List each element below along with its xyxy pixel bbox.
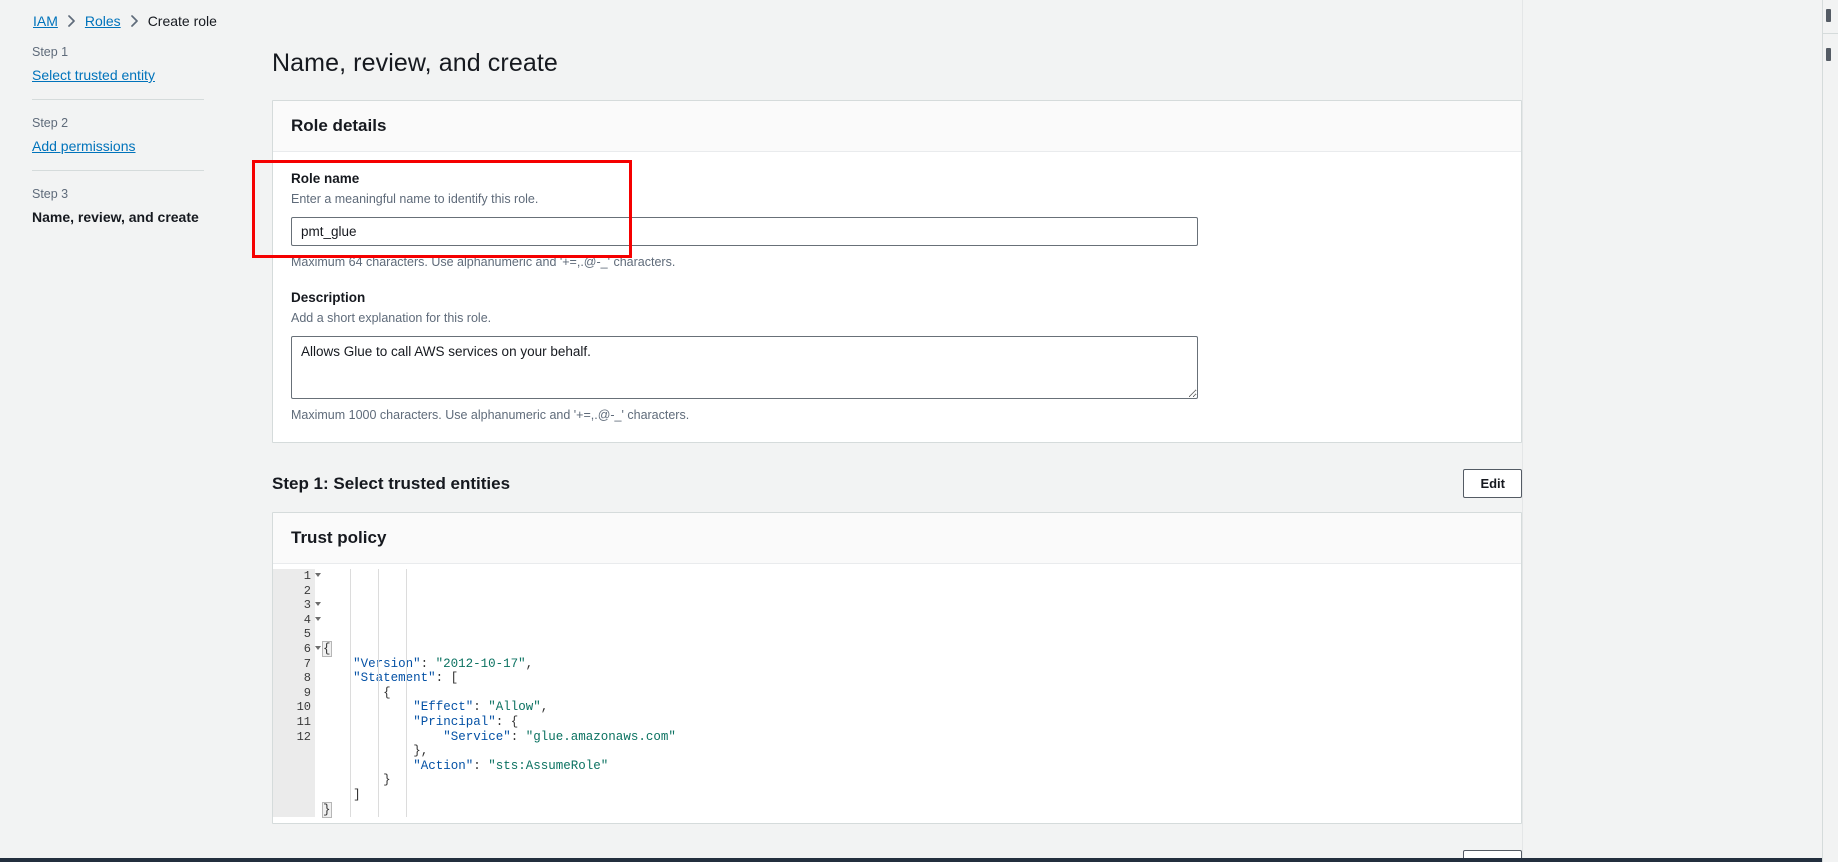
code-line-number: 6 bbox=[273, 642, 321, 657]
code-line-numbers: 1 2 3 4 5 6 7 8 9 10 11 12 bbox=[273, 569, 321, 818]
panel-icon-1[interactable] bbox=[1826, 9, 1831, 22]
role-name-hint: Maximum 64 characters. Use alphanumeric … bbox=[291, 255, 676, 269]
step-divider-2 bbox=[32, 170, 204, 171]
breadcrumb-item-roles[interactable]: Roles bbox=[85, 12, 121, 30]
code-line-number: 11 bbox=[296, 714, 311, 729]
code-line-number: 9 bbox=[303, 685, 311, 700]
description-textarea[interactable]: Allows Glue to call AWS services on your… bbox=[291, 336, 1198, 399]
step-3-number: Step 3 bbox=[32, 187, 69, 201]
code-line: } bbox=[383, 773, 391, 788]
code-line-number: 5 bbox=[303, 627, 311, 642]
trust-policy-heading: Trust policy bbox=[291, 528, 387, 547]
panel-divider bbox=[1823, 33, 1838, 34]
create-role-page: IAM Roles Create role Step 1 Select trus… bbox=[0, 0, 1838, 862]
code-line-number: 4 bbox=[273, 613, 321, 628]
code-line-number: 3 bbox=[273, 598, 321, 613]
code-line-number: 1 bbox=[273, 569, 321, 584]
page-title: Name, review, and create bbox=[272, 49, 558, 77]
code-line: "Effect": "Allow", bbox=[413, 700, 549, 715]
sidebar-item-select-trusted-entity[interactable]: Select trusted entity bbox=[32, 66, 207, 85]
sidebar-item-add-permissions[interactable]: Add permissions bbox=[32, 137, 207, 156]
code-line: "Principal": { bbox=[413, 714, 519, 729]
trust-policy-code-editor[interactable]: 1 2 3 4 5 6 7 8 9 10 11 12 { "Version": "2012-10-17… bbox=[273, 564, 1521, 824]
role-details-body: Role name Enter a meaningful name to ide… bbox=[273, 152, 1521, 442]
code-line-number: 7 bbox=[303, 656, 311, 671]
bottom-bar bbox=[0, 858, 1822, 862]
breadcrumb: IAM Roles Create role bbox=[33, 12, 217, 30]
wizard-step-1: Step 1 Select trusted entity bbox=[32, 44, 207, 85]
code-line: "Service": "glue.amazonaws.com" bbox=[443, 729, 676, 744]
right-panel-fragment bbox=[1822, 0, 1838, 862]
trust-policy-header: Trust policy bbox=[273, 513, 1521, 564]
breadcrumb-item-iam[interactable]: IAM bbox=[33, 12, 58, 30]
breadcrumb-item-create-role: Create role bbox=[147, 13, 217, 29]
code-content[interactable]: { "Version": "2012-10-17", "Statement": … bbox=[315, 569, 1521, 818]
code-line: { bbox=[322, 640, 332, 657]
edit-trusted-entities-button[interactable]: Edit bbox=[1463, 469, 1522, 498]
role-name-label: Role name bbox=[291, 171, 360, 186]
chevron-right-icon bbox=[67, 15, 76, 27]
description-hint: Maximum 1000 characters. Use alphanumeri… bbox=[291, 408, 690, 422]
role-details-header: Role details bbox=[273, 101, 1521, 152]
code-line: "Action": "sts:AssumeRole" bbox=[413, 758, 609, 773]
code-line: { bbox=[383, 685, 391, 700]
code-line-number: 10 bbox=[296, 700, 311, 715]
chevron-right-icon-2 bbox=[130, 15, 139, 27]
code-line-number: 12 bbox=[296, 729, 311, 744]
code-line: ] bbox=[353, 787, 361, 802]
panel-icon-2[interactable] bbox=[1826, 48, 1831, 61]
wizard-step-nav: Step 1 Select trusted entity Step 2 Add … bbox=[32, 44, 207, 227]
main-content: Name, review, and create Role details Ro… bbox=[272, 0, 1522, 862]
step1-section-title: Step 1: Select trusted entities bbox=[272, 474, 511, 493]
code-line-number: 2 bbox=[303, 583, 311, 598]
role-details-heading: Role details bbox=[291, 116, 387, 135]
sidebar-item-name-review-create: Name, review, and create bbox=[32, 209, 199, 225]
description-description: Add a short explanation for this role. bbox=[291, 311, 492, 325]
role-name-input[interactable] bbox=[291, 217, 1198, 246]
description-label: Description bbox=[291, 290, 366, 305]
role-details-card: Role details Role name Enter a meaningfu… bbox=[272, 100, 1522, 443]
code-line: "Version": "2012-10-17", bbox=[353, 656, 534, 671]
code-line: } bbox=[322, 801, 332, 818]
step-2-number: Step 2 bbox=[32, 116, 69, 130]
code-line-number: 8 bbox=[303, 671, 311, 686]
step-divider-1 bbox=[32, 99, 204, 100]
code-line: "Statement": [ bbox=[353, 671, 459, 686]
step-1-number: Step 1 bbox=[32, 45, 69, 59]
wizard-step-2: Step 2 Add permissions bbox=[32, 115, 207, 156]
code-line: }, bbox=[413, 744, 429, 759]
step1-section-header: Step 1: Select trusted entities Edit bbox=[272, 469, 1522, 498]
role-name-field-group: Role name Enter a meaningful name to ide… bbox=[291, 170, 1503, 271]
wizard-step-3: Step 3 Name, review, and create bbox=[32, 186, 207, 227]
description-field-group: Description Add a short explanation for … bbox=[291, 289, 1503, 424]
trust-policy-card: Trust policy 1 2 3 4 5 6 7 8 9 10 11 12 { "Version"… bbox=[272, 512, 1522, 825]
role-name-description: Enter a meaningful name to identify this… bbox=[291, 192, 539, 206]
content-divider bbox=[1522, 0, 1523, 862]
